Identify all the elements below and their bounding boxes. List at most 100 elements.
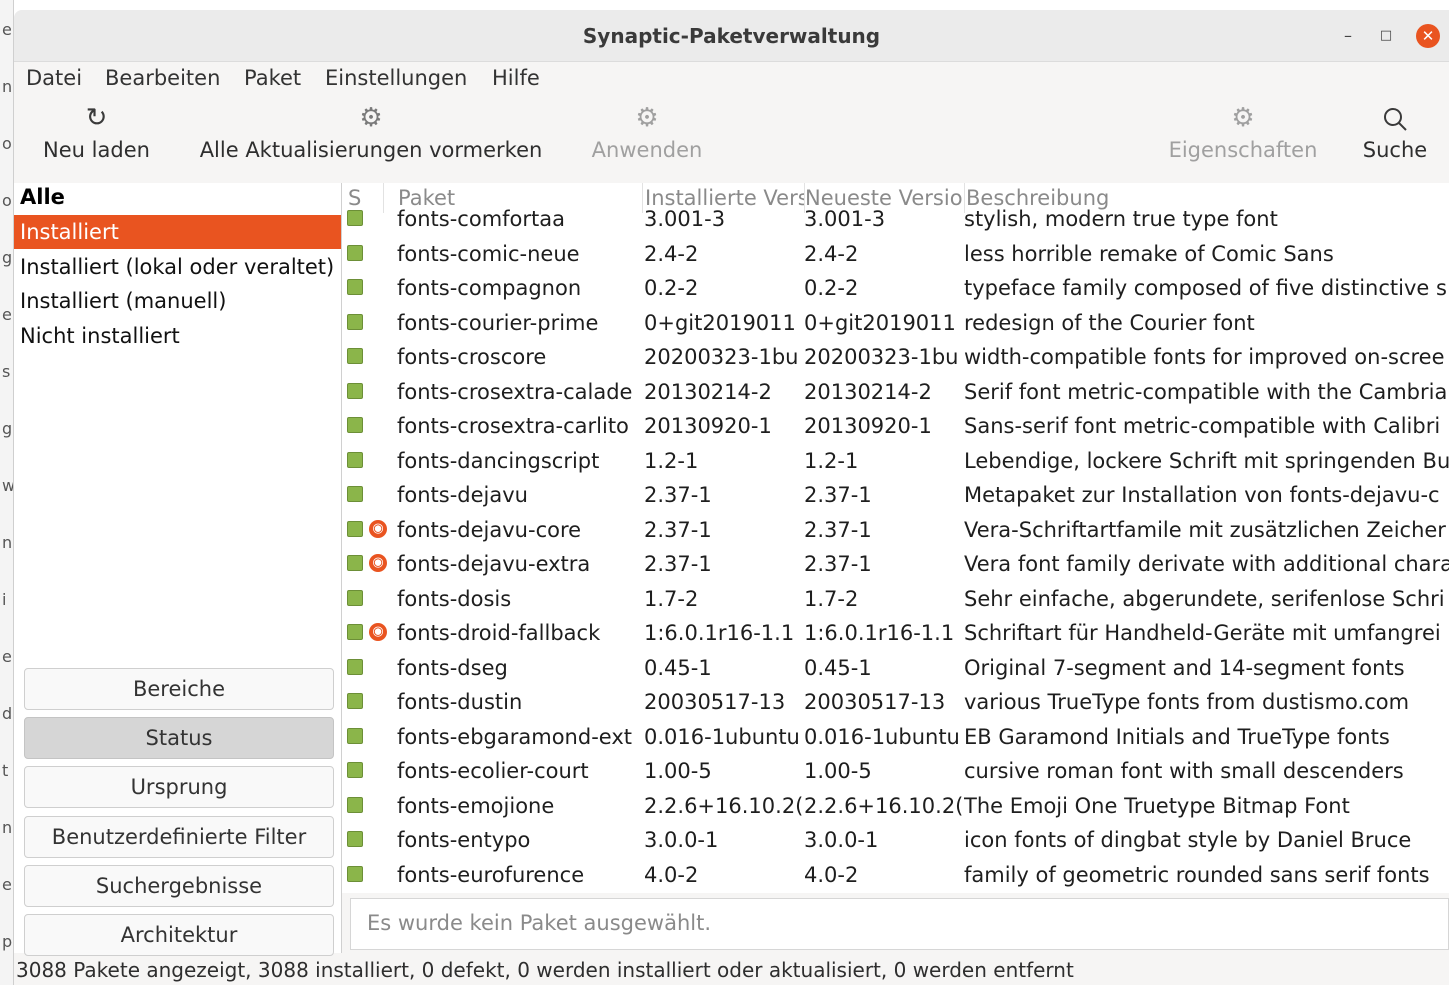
- installed-status-icon[interactable]: [347, 658, 363, 675]
- package-row[interactable]: fonts-crosextra-calade 20130214-2 20130214…: [342, 375, 1449, 410]
- menu-hilfe[interactable]: Hilfe: [492, 66, 540, 90]
- installed-status-icon[interactable]: [347, 417, 363, 433]
- package-row[interactable]: ◉ fonts-dejavu-core 2.37-1 2.37-1 Vera-Schri…: [342, 513, 1449, 548]
- installed-status-icon[interactable]: [347, 727, 363, 744]
- package-name: fonts-droid-fallback: [397, 621, 601, 645]
- background-letter: o: [2, 134, 12, 153]
- installed-status-icon[interactable]: [347, 210, 363, 226]
- apply-button[interactable]: ⚙ Anwenden: [582, 98, 712, 182]
- search-results-button[interactable]: Suchergebnisse: [24, 865, 334, 907]
- installed-status-icon[interactable]: [347, 279, 363, 295]
- installed-status-icon[interactable]: [347, 624, 363, 640]
- menu-bearbeiten[interactable]: Bearbeiten: [105, 66, 220, 90]
- package-row[interactable]: fonts-dosis 1.7-2 1.7-2 Sehr einfache, abge…: [342, 582, 1449, 617]
- gear-upgrade-icon: ⚙: [359, 103, 383, 133]
- installed-status-icon[interactable]: [347, 486, 363, 502]
- background-letter: d: [2, 704, 13, 723]
- package-row[interactable]: fonts-dustin 20030517-13 20030517-13 variou…: [342, 685, 1449, 720]
- background-letter: n: [2, 533, 13, 552]
- ursprung-button[interactable]: Ursprung: [24, 766, 334, 808]
- package-description: Metapaket zur Installation von fonts-dej…: [964, 483, 1440, 507]
- architektur-button[interactable]: Architektur: [24, 914, 334, 956]
- menu-einstellungen[interactable]: Einstellungen: [325, 66, 467, 90]
- ubuntu-supported-icon: ◉: [369, 623, 387, 641]
- package-description: cursive roman font with small descenders: [964, 759, 1404, 783]
- package-row[interactable]: fonts-dancingscript 1.2-1 1.2-1 Lebendige, …: [342, 444, 1449, 479]
- filter-item-installiert-lokal[interactable]: Installiert (lokal oder veraltet): [14, 250, 341, 284]
- package-row[interactable]: fonts-croscore 20200323-1bu 20200323-1bu wi…: [342, 340, 1449, 375]
- installed-status-icon[interactable]: [347, 865, 363, 882]
- installed-version: 1:6.0.1r16-1.1: [644, 621, 795, 645]
- installed-status-icon[interactable]: [347, 831, 363, 847]
- minimize-button[interactable]: –: [1336, 24, 1360, 48]
- package-name: fonts-eurofurence: [397, 862, 585, 887]
- filter-item-installiert-manuell[interactable]: Installiert (manuell): [14, 284, 341, 318]
- latest-version: 1.2-1: [804, 448, 859, 473]
- menu-datei[interactable]: Datei: [26, 66, 82, 90]
- filter-item-installiert[interactable]: Installiert: [14, 215, 341, 249]
- titlebar[interactable]: Synaptic-Paketverwaltung – □ ✕: [14, 10, 1449, 62]
- installed-status-icon[interactable]: [347, 762, 363, 778]
- package-row[interactable]: fonts-comfortaa 3.001-3 3.001-3 stylish, mo…: [342, 202, 1449, 237]
- installed-status-icon[interactable]: [347, 382, 363, 399]
- package-row[interactable]: ◉ fonts-dejavu-extra 2.37-1 2.37-1 Vera font…: [342, 547, 1449, 582]
- bereiche-button[interactable]: Bereiche: [24, 668, 334, 710]
- properties-icon: ⚙: [1231, 103, 1255, 133]
- installed-status-icon[interactable]: [347, 520, 363, 537]
- filter-header-all[interactable]: Alle: [20, 185, 65, 209]
- package-name: fonts-dseg: [397, 655, 508, 680]
- latest-version: 3.0.0-1: [804, 828, 879, 852]
- apply-label: Anwenden: [591, 138, 703, 162]
- package-description: Schriftart für Handheld-Geräte mit umfan…: [964, 621, 1441, 645]
- installed-version: 20130214-2: [644, 379, 772, 404]
- installed-status-icon[interactable]: [347, 796, 363, 813]
- package-row[interactable]: fonts-dejavu 2.37-1 2.37-1 Metapaket zur In…: [342, 478, 1449, 513]
- latest-version: 0.2-2: [804, 276, 859, 300]
- package-row[interactable]: fonts-ebgaramond-ext 0.016-1ubuntu 0.016-1…: [342, 720, 1449, 755]
- filter-item-nicht-installiert[interactable]: Nicht installiert: [14, 319, 341, 353]
- mark-all-upgrades-button[interactable]: ⚙ Alle Aktualisierungen vormerken: [190, 98, 552, 182]
- synaptic-window: Synaptic-Paketverwaltung – □ ✕ Datei Bea…: [14, 10, 1449, 985]
- menu-paket[interactable]: Paket: [244, 66, 301, 90]
- package-row[interactable]: fonts-emojione 2.2.6+16.10.2(2.2.6+16.10.…: [342, 789, 1449, 824]
- status-button[interactable]: Status: [24, 717, 334, 759]
- latest-version: 3.001-3: [804, 207, 886, 231]
- installed-status-icon[interactable]: [347, 348, 363, 364]
- installed-status-icon[interactable]: [347, 589, 363, 606]
- latest-version: 2.37-1: [804, 483, 872, 507]
- package-name: fonts-crosextra-calade: [397, 379, 633, 404]
- maximize-button[interactable]: □: [1374, 24, 1398, 48]
- installed-status-icon[interactable]: [347, 555, 363, 571]
- package-row[interactable]: fonts-courier-prime 0+git2019011 0+git2019…: [342, 306, 1449, 341]
- installed-status-icon[interactable]: [347, 451, 363, 468]
- package-row[interactable]: fonts-dseg 0.45-1 0.45-1 Original 7-segment…: [342, 651, 1449, 686]
- installed-status-icon[interactable]: [347, 313, 363, 330]
- installed-version: 4.0-2: [644, 862, 699, 887]
- custom-filter-button[interactable]: Benutzerdefinierte Filter: [24, 816, 334, 858]
- installed-status-icon[interactable]: [347, 693, 363, 709]
- package-description: Sehr einfache, abgerundete, serifenlose …: [964, 586, 1445, 611]
- reload-button[interactable]: ↻ Neu laden: [34, 98, 159, 182]
- package-row[interactable]: fonts-eurofurence 4.0-2 4.0-2 family of geo…: [342, 858, 1449, 893]
- package-row[interactable]: ◉ fonts-droid-fallback 1:6.0.1r16-1.1 1:6.0…: [342, 616, 1449, 651]
- properties-button[interactable]: ⚙ Eigenschaften: [1162, 98, 1324, 182]
- package-name: fonts-compagnon: [397, 276, 582, 300]
- package-row[interactable]: fonts-ecolier-court 1.00-5 1.00-5 cursive r…: [342, 754, 1449, 789]
- installed-version: 2.37-1: [644, 552, 712, 576]
- installed-version: 3.0.0-1: [644, 828, 719, 852]
- latest-version: 1.7-2: [804, 586, 859, 611]
- package-description: The Emoji One Truetype Bitmap Font: [964, 793, 1350, 818]
- package-row[interactable]: fonts-entypo 3.0.0-1 3.0.0-1 icon fonts of …: [342, 823, 1449, 858]
- close-button[interactable]: ✕: [1416, 24, 1440, 48]
- package-row[interactable]: fonts-comic-neue 2.4-2 2.4-2 less horrible …: [342, 237, 1449, 272]
- package-row[interactable]: fonts-crosextra-carlito 20130920-1 2013092…: [342, 409, 1449, 444]
- package-name: fonts-dustin: [397, 690, 523, 714]
- package-name: fonts-ebgaramond-ext: [397, 724, 632, 749]
- installed-version: 0.016-1ubuntu: [644, 724, 800, 749]
- package-name: fonts-emojione: [397, 793, 555, 818]
- package-row[interactable]: fonts-compagnon 0.2-2 0.2-2 typeface family…: [342, 271, 1449, 306]
- search-button[interactable]: Suche: [1356, 98, 1434, 182]
- background-letter: o: [2, 191, 12, 210]
- background-letter: p: [2, 932, 13, 951]
- installed-status-icon[interactable]: [347, 244, 363, 261]
